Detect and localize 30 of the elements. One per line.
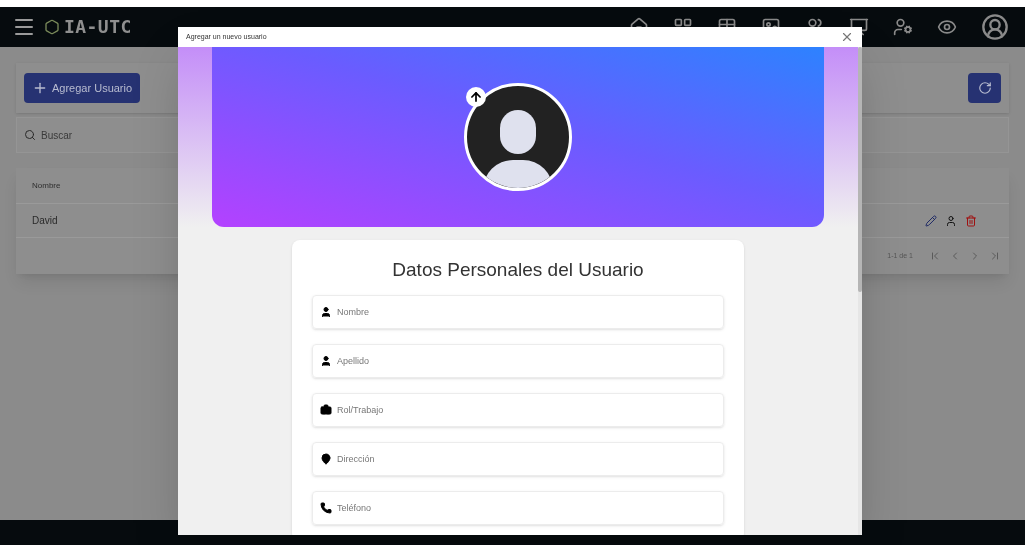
avatar-icon[interactable]: [981, 13, 1009, 41]
upload-button[interactable]: [466, 87, 486, 107]
refresh-icon: [977, 81, 992, 95]
upload-icon: [469, 90, 483, 104]
input-field[interactable]: Rol/Trabajo: [312, 392, 724, 427]
person-icon[interactable]: [945, 214, 957, 227]
edit-icon[interactable]: [925, 214, 937, 227]
scrollbar-thumb[interactable]: [858, 47, 862, 292]
column-header: Nombre: [32, 179, 61, 192]
briefcase-icon: [320, 403, 332, 416]
refresh-button[interactable]: [968, 73, 1001, 103]
person-icon: [320, 354, 332, 367]
input-field[interactable]: Teléfono: [312, 490, 724, 525]
plus-icon: [32, 80, 48, 96]
input-field[interactable]: Apellido: [312, 343, 724, 378]
card-title: Datos Personales del Usuario: [391, 258, 645, 282]
person-icon: [320, 305, 332, 318]
add-user-button[interactable]: Agregar Usuario: [24, 73, 141, 103]
phone-icon: [320, 501, 332, 514]
input-field[interactable]: Nombre: [312, 294, 724, 329]
table-cell-text: David: [32, 214, 58, 228]
brand-title[interactable]: IA-UTC: [64, 13, 132, 41]
input-field[interactable]: Dirección: [312, 441, 724, 476]
user-gear-icon[interactable]: [893, 17, 913, 37]
map-pin-icon: [320, 452, 332, 465]
eye-icon[interactable]: [937, 17, 957, 37]
search-icon: [24, 129, 36, 141]
logo-icon: [44, 19, 60, 35]
delete-icon[interactable]: [965, 214, 977, 227]
close-icon[interactable]: [840, 30, 854, 44]
